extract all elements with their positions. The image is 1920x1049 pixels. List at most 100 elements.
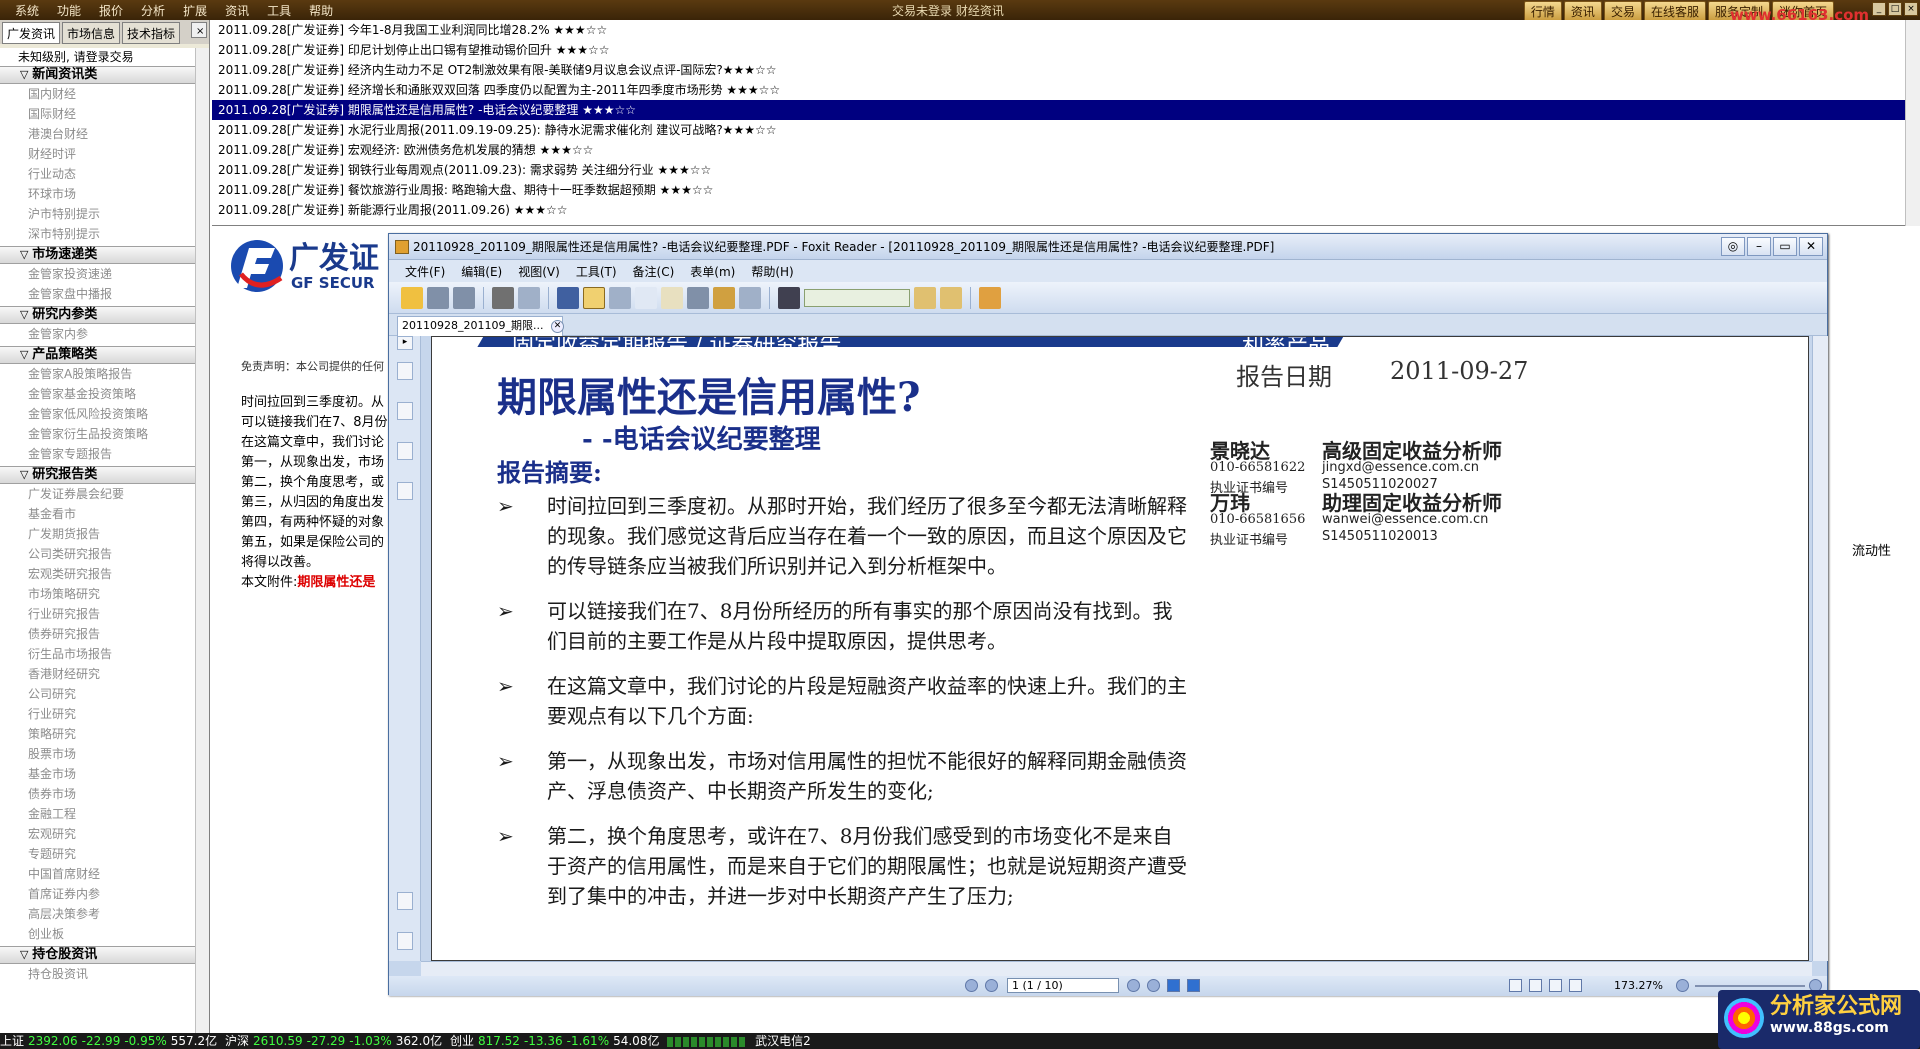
save-icon[interactable]	[427, 286, 449, 309]
zoom-slider[interactable]	[1695, 985, 1805, 987]
save-as-icon[interactable]	[453, 286, 475, 309]
tab-tech-indicator[interactable]: 技术指标	[122, 22, 181, 44]
sidebar-item[interactable]: 衍生品市场报告	[0, 644, 196, 664]
menu-system[interactable]: 系统	[6, 2, 48, 19]
tab-gf-info[interactable]: 广发资讯	[2, 22, 61, 44]
pdf-document-tab[interactable]: 20110928_201109_期限... ✕	[397, 316, 564, 336]
news-row[interactable]: 2011.09.28[广发证券] 今年1-8月我国工业利润同比增28.2% ★★…	[212, 20, 1905, 40]
menu-function[interactable]: 功能	[48, 2, 90, 19]
sidebar-item[interactable]: 金融工程	[0, 804, 196, 824]
news-row[interactable]: 2011.09.28[广发证券] 期限属性还是信用属性? -电话会议纪要整理 ★…	[212, 100, 1905, 120]
lock-icon[interactable]	[713, 286, 735, 309]
pdf-menu-view[interactable]: 视图(V)	[518, 263, 560, 280]
sidebar-item[interactable]: 专题研究	[0, 844, 196, 864]
sidebar-item[interactable]: 基金市场	[0, 764, 196, 784]
sidebar-item[interactable]: 宏观类研究报告	[0, 564, 196, 584]
pdf-maximize-icon[interactable]: ▭	[1773, 237, 1797, 256]
menu-help[interactable]: 帮助	[300, 2, 342, 19]
sidebar-section-header[interactable]: 新闻资讯类	[0, 66, 196, 84]
hand-tool-icon[interactable]	[583, 286, 605, 309]
zoom-tool-icon[interactable]	[609, 286, 631, 309]
sidebar-item[interactable]: 金管家投资速递	[0, 264, 196, 284]
sidebar-section-header[interactable]: 研究报告类	[0, 466, 196, 484]
news-row[interactable]: 2011.09.28[广发证券] 餐饮旅游行业周报: 略跑输大盘、期待十一旺季数…	[212, 180, 1905, 200]
sidebar-item[interactable]: 金管家盘中播报	[0, 284, 196, 304]
sidebar-item[interactable]: 国内财经	[0, 84, 196, 104]
sidebar-item[interactable]: 首席证券内参	[0, 884, 196, 904]
pdf-menu-tools[interactable]: 工具(T)	[576, 263, 617, 280]
sidebar-section-header[interactable]: 持仓股资讯	[0, 946, 196, 964]
pdf-vertical-scrollbar[interactable]	[1812, 336, 1828, 961]
menu-quote[interactable]: 报价	[90, 2, 132, 19]
pdf-menu-file[interactable]: 文件(F)	[405, 263, 445, 280]
bookmarks-icon[interactable]	[397, 362, 413, 380]
maximize-icon[interactable]: □	[1888, 2, 1902, 16]
sidebar-item[interactable]: 创业板	[0, 924, 196, 944]
layers-icon[interactable]	[397, 442, 413, 460]
sidebar-item[interactable]: 债券研究报告	[0, 624, 196, 644]
prev-page-icon[interactable]	[985, 979, 998, 992]
find-binoculars-icon[interactable]	[778, 286, 800, 309]
first-page-icon[interactable]	[965, 979, 978, 992]
sidebar-section-header[interactable]: 产品策略类	[0, 346, 196, 364]
find-next-icon[interactable]	[940, 286, 962, 309]
next-page-icon[interactable]	[1127, 979, 1140, 992]
info-button[interactable]: 资讯	[1563, 1, 1602, 22]
attachment-link[interactable]: 期限属性还是	[297, 575, 375, 590]
sidebar-item[interactable]: 港澳台财经	[0, 124, 196, 144]
back-icon[interactable]	[1167, 979, 1180, 992]
sidebar-item[interactable]: 环球市场	[0, 184, 196, 204]
menu-analysis[interactable]: 分析	[132, 2, 174, 19]
comment-tool-icon[interactable]	[979, 286, 1001, 309]
news-scrollbar[interactable]	[1905, 20, 1920, 226]
fullscreen-icon[interactable]	[557, 286, 579, 309]
online-service-button[interactable]: 在线客服	[1643, 1, 1706, 22]
sidebar-item[interactable]: 财经时评	[0, 144, 196, 164]
sidebar-item[interactable]: 金管家专题报告	[0, 444, 196, 464]
sidebar-section-header[interactable]: 市场速递类	[0, 246, 196, 264]
sidebar-item[interactable]: 中国首席财经	[0, 864, 196, 884]
sidebar-item[interactable]: 股票市场	[0, 744, 196, 764]
sidebar-item[interactable]: 持仓股资讯	[0, 964, 196, 984]
tab-close-icon[interactable]: ✕	[551, 320, 564, 333]
news-row[interactable]: 2011.09.28[广发证券] 经济内生动力不足 OT2制激效果有限-美联储9…	[212, 60, 1905, 80]
sidebar-item[interactable]: 沪市特别提示	[0, 204, 196, 224]
sidebar-item[interactable]: 香港财经研究	[0, 664, 196, 684]
menu-info[interactable]: 资讯	[216, 2, 258, 19]
news-row[interactable]: 2011.09.28[广发证券] 印尼计划停止出口锡有望推动锡价回升 ★★★☆☆	[212, 40, 1905, 60]
continuous-facing-icon[interactable]	[1569, 979, 1582, 992]
sidebar-item[interactable]: 深市特别提示	[0, 224, 196, 244]
signatures-icon[interactable]	[397, 932, 413, 950]
minimize-icon[interactable]: _	[1872, 2, 1886, 16]
news-row[interactable]: 2011.09.28[广发证券] 宏观经济: 欧洲债务危机发展的猜想 ★★★☆☆	[212, 140, 1905, 160]
sidebar-item[interactable]: 宏观研究	[0, 824, 196, 844]
sidebar-item[interactable]: 金管家衍生品投资策略	[0, 424, 196, 444]
pdf-menu-comments[interactable]: 备注(C)	[633, 263, 675, 280]
pdf-menu-help[interactable]: 帮助(H)	[751, 263, 793, 280]
pages-icon[interactable]	[397, 402, 413, 420]
email-icon[interactable]	[518, 286, 540, 309]
print-icon[interactable]	[492, 286, 514, 309]
sidebar-item[interactable]: 行业研究报告	[0, 604, 196, 624]
pdf-horizontal-scrollbar[interactable]	[421, 961, 1812, 976]
news-row[interactable]: 2011.09.28[广发证券] 钢铁行业每周观点(2011.09.23): 需…	[212, 160, 1905, 180]
sidebar-item[interactable]: 广发期货报告	[0, 524, 196, 544]
sidebar-item[interactable]: 基金看市	[0, 504, 196, 524]
news-row[interactable]: 2011.09.28[广发证券] 新能源行业周报(2011.09.26) ★★★…	[212, 200, 1905, 220]
pdf-minimize-icon[interactable]: –	[1747, 237, 1771, 256]
facing-icon[interactable]	[1549, 979, 1562, 992]
sidebar-close-icon[interactable]: ×	[191, 22, 207, 38]
single-page-icon[interactable]	[1509, 979, 1522, 992]
pdf-titlebar[interactable]: 20110928_201109_期限属性还是信用属性? -电话会议纪要整理.PD…	[389, 234, 1827, 260]
sidebar-item[interactable]: 市场策略研究	[0, 584, 196, 604]
news-row[interactable]: 2011.09.28[广发证券] 水泥行业周报(2011.09.19-09.25…	[212, 120, 1905, 140]
find-prev-icon[interactable]	[914, 286, 936, 309]
snapshot-icon[interactable]	[687, 286, 709, 309]
close-icon[interactable]: ×	[1904, 2, 1918, 16]
sidebar-item[interactable]: 债券市场	[0, 784, 196, 804]
sidebar-item[interactable]: 策略研究	[0, 724, 196, 744]
attachments-icon[interactable]	[397, 892, 413, 910]
sidebar-item[interactable]: 金管家基金投资策略	[0, 384, 196, 404]
quote-button[interactable]: 行情	[1523, 1, 1562, 22]
trade-button[interactable]: 交易	[1603, 1, 1642, 22]
